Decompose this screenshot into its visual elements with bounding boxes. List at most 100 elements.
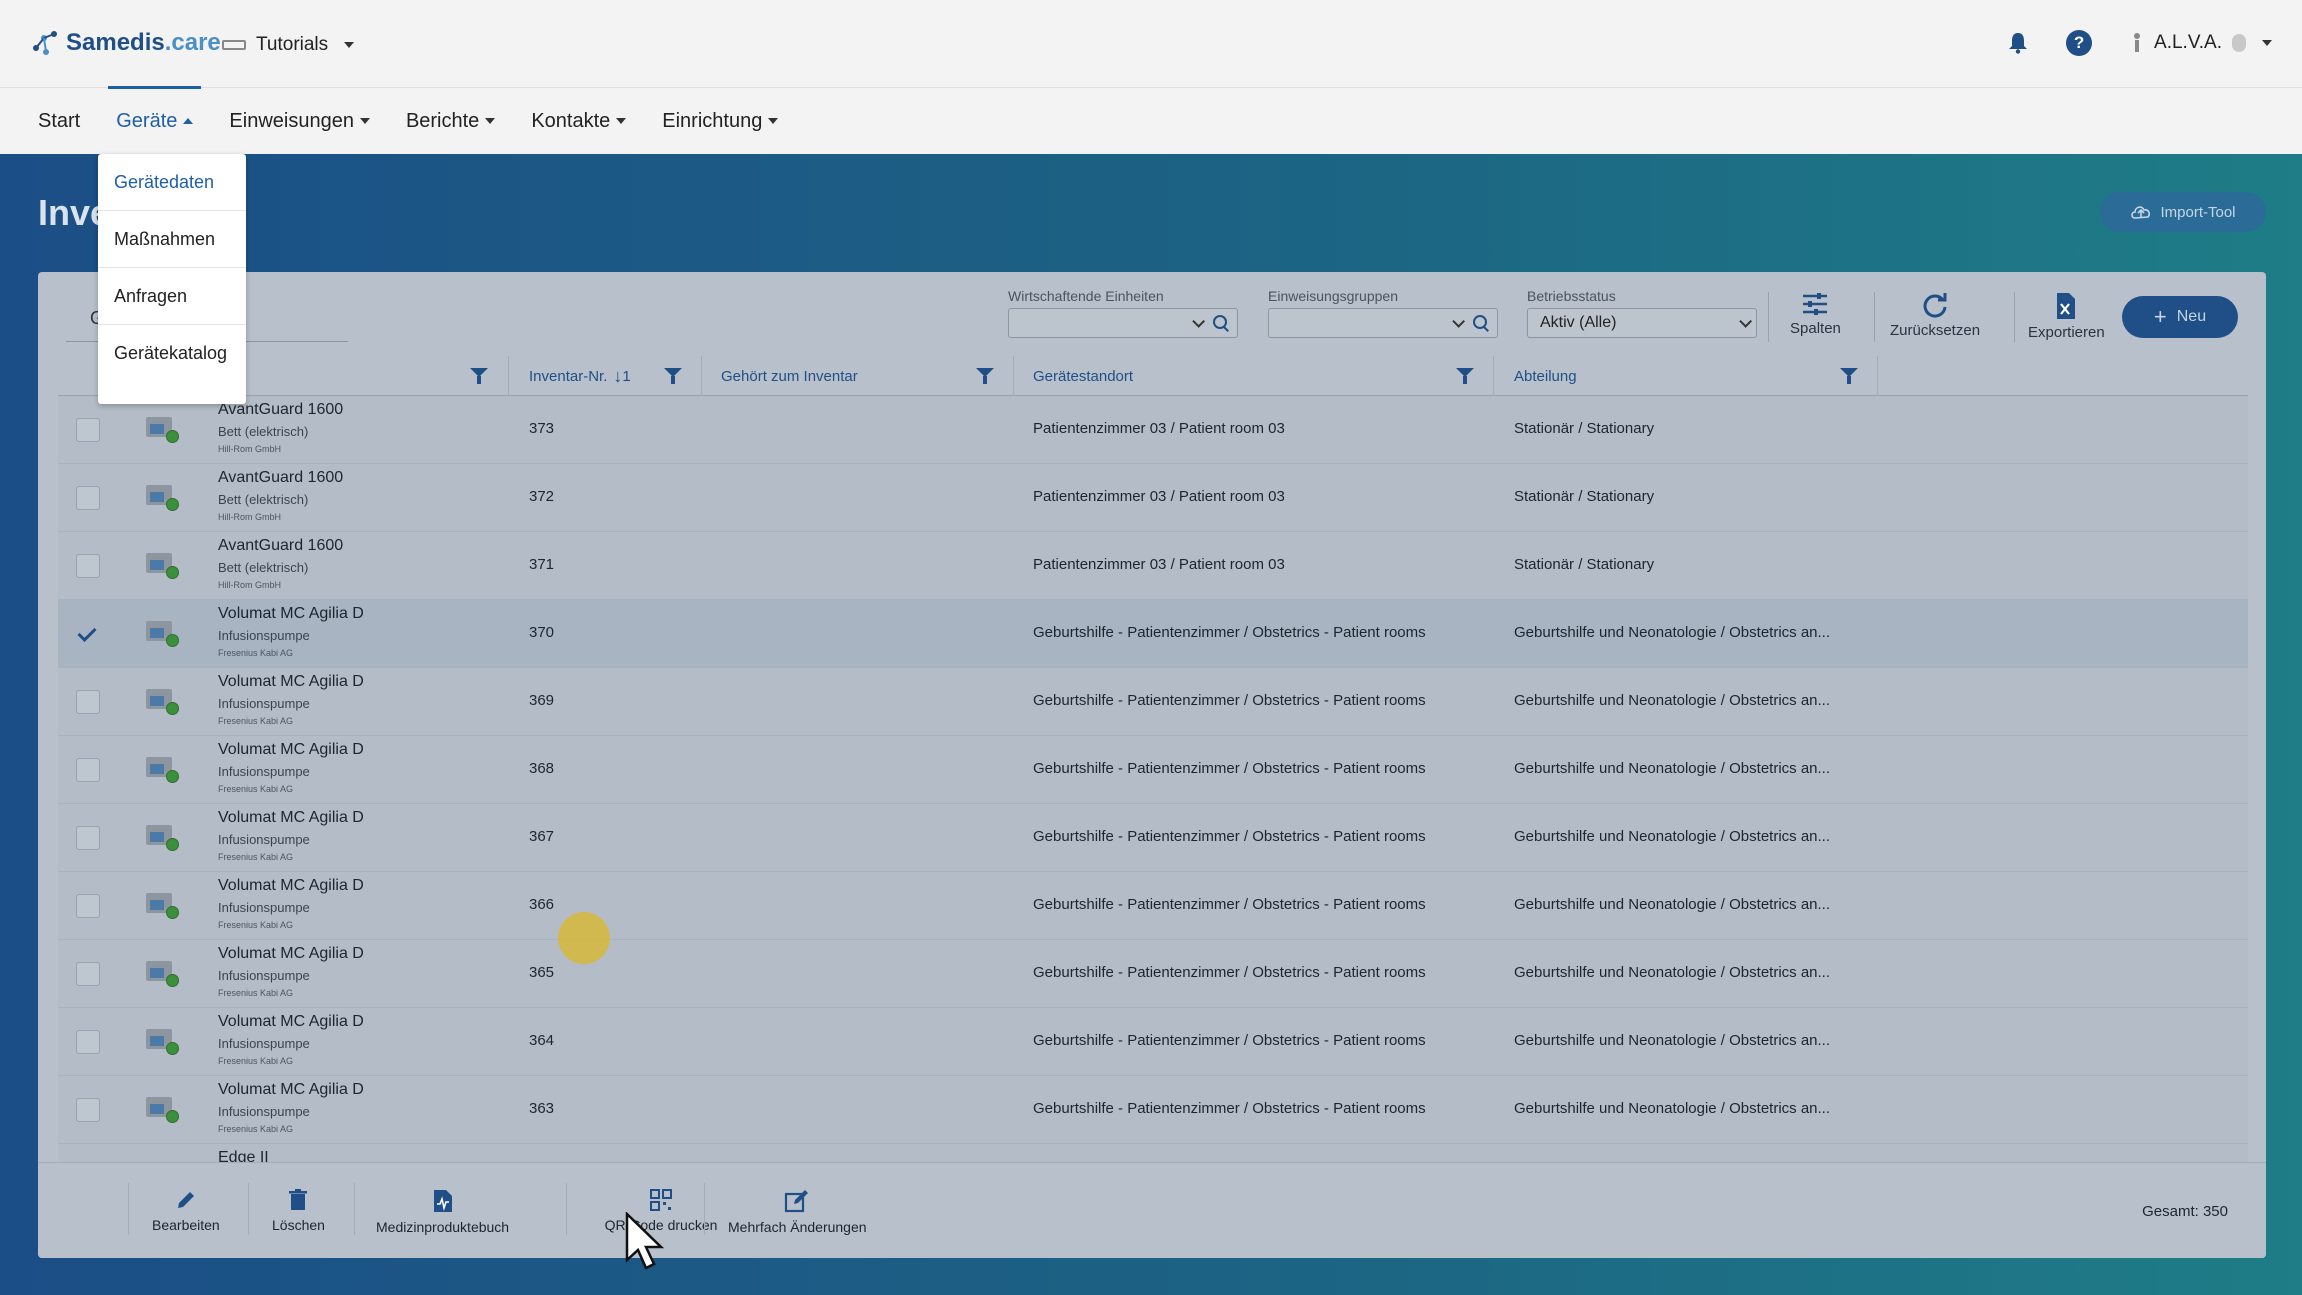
- device-name[interactable]: Volumat MC Agilia D: [218, 741, 364, 759]
- device-type: Infusionspumpe: [218, 1036, 310, 1051]
- new-button[interactable]: + Neu: [2122, 296, 2238, 338]
- action-bar: Bearbeiten Löschen Medizinproduktebuch Q…: [38, 1162, 2266, 1258]
- sort-down-icon[interactable]: ↓: [613, 366, 622, 387]
- inventory-number: 370: [529, 624, 555, 641]
- device-manufacturer: Hill-Rom GmbH: [218, 512, 281, 522]
- chevron-down-icon: [616, 118, 627, 124]
- device-name[interactable]: Volumat MC Agilia D: [218, 673, 364, 691]
- table-row[interactable]: Volumat MC Agilia D Infusionspumpe Freseni…: [58, 940, 2248, 1008]
- device-name[interactable]: Volumat MC Agilia D: [218, 605, 364, 623]
- filter-icon[interactable]: [470, 368, 488, 384]
- nav-start[interactable]: Start: [38, 88, 80, 154]
- device-name[interactable]: Edge II: [218, 1149, 269, 1162]
- table-row[interactable]: AvantGuard 1600 Bett (elektrisch) Hill-Rom…: [58, 464, 2248, 532]
- menu-item-geraetedaten[interactable]: Gerätedaten: [98, 154, 246, 211]
- device-location: Patientenzimmer 03 / Patient room 03: [1033, 556, 1285, 573]
- table-row[interactable]: AvantGuard 1600 Bett (elektrisch) Hill-Rom…: [58, 532, 2248, 600]
- nav-berichte[interactable]: Berichte: [406, 88, 496, 154]
- row-checkbox[interactable]: [76, 690, 100, 714]
- chevron-down-icon: [344, 42, 355, 48]
- table-row[interactable]: Volumat MC Agilia D Infusionspumpe Freseni…: [58, 736, 2248, 804]
- reset-button[interactable]: Zurücksetzen: [1890, 292, 1980, 339]
- row-checkbox[interactable]: [76, 554, 100, 578]
- table-row[interactable]: Volumat MC Agilia D Infusionspumpe Freseni…: [58, 600, 2248, 668]
- device-name[interactable]: AvantGuard 1600: [218, 537, 343, 555]
- workspace-selector[interactable]: Tutorials: [222, 34, 355, 56]
- groups-filter[interactable]: Einweisungsgruppen: [1268, 288, 1498, 338]
- table-row[interactable]: Volumat MC Agilia D Infusionspumpe Freseni…: [58, 668, 2248, 736]
- table-row[interactable]: Volumat MC Agilia D Infusionspumpe Freseni…: [58, 1076, 2248, 1144]
- table-row[interactable]: Edge II: [58, 1144, 2248, 1162]
- device-department: Stationär / Stationary: [1514, 488, 1655, 505]
- device-name[interactable]: Volumat MC Agilia D: [218, 1013, 364, 1031]
- device-manufacturer: Fresenius Kabi AG: [218, 920, 294, 930]
- row-checkbox[interactable]: [76, 962, 100, 986]
- columns-button[interactable]: Spalten: [1790, 292, 1841, 337]
- row-checkbox[interactable]: [76, 1030, 100, 1054]
- menu-item-massnahmen[interactable]: Maßnahmen: [98, 211, 246, 268]
- filter-icon[interactable]: [1840, 368, 1858, 384]
- device-type: Bett (elektrisch): [218, 560, 309, 575]
- new-label: Neu: [2176, 308, 2207, 325]
- row-checkbox[interactable]: [76, 622, 100, 646]
- chevron-down-icon: [1739, 314, 1752, 328]
- col-belongs[interactable]: Gehört zum Inventar: [721, 356, 858, 396]
- column-divider: [701, 356, 702, 396]
- export-button[interactable]: Exportieren: [2028, 292, 2105, 341]
- device-location: Geburtshilfe - Patientenzimmer / Obstetr…: [1033, 828, 1426, 845]
- filter-icon[interactable]: [976, 368, 994, 384]
- device-department: Geburtshilfe und Neonatologie / Obstetri…: [1514, 828, 1831, 845]
- nav-einweisungen[interactable]: Einweisungen: [229, 88, 370, 154]
- edit-button[interactable]: Bearbeiten: [152, 1189, 220, 1233]
- groups-filter-field[interactable]: [1268, 308, 1498, 338]
- table-row[interactable]: AvantGuard 1600 Bett (elektrisch) Hill-Rom…: [58, 396, 2248, 464]
- row-checkbox[interactable]: [76, 486, 100, 510]
- search-icon[interactable]: [1213, 315, 1229, 331]
- table-row[interactable]: Volumat MC Agilia D Infusionspumpe Freseni…: [58, 804, 2248, 872]
- medical-book-icon: [433, 1190, 452, 1212]
- row-checkbox[interactable]: [76, 1098, 100, 1122]
- row-checkbox[interactable]: [76, 418, 100, 442]
- device-name[interactable]: Volumat MC Agilia D: [218, 1081, 364, 1099]
- device-name[interactable]: Volumat MC Agilia D: [218, 809, 364, 827]
- bell-icon[interactable]: [2008, 32, 2028, 54]
- device-status-icon: [146, 1026, 179, 1055]
- nav-einrichtung[interactable]: Einrichtung: [662, 88, 779, 154]
- search-icon[interactable]: [1473, 315, 1489, 331]
- device-location: Patientenzimmer 03 / Patient room 03: [1033, 420, 1285, 437]
- units-filter-field[interactable]: [1008, 308, 1238, 338]
- table-row[interactable]: Volumat MC Agilia D Infusionspumpe Freseni…: [58, 1008, 2248, 1076]
- delete-button[interactable]: Löschen: [272, 1189, 325, 1233]
- menu-item-geraetekatalog[interactable]: Gerätekatalog: [98, 325, 246, 382]
- filter-icon[interactable]: [1456, 368, 1474, 384]
- row-checkbox[interactable]: [76, 758, 100, 782]
- geraete-dropdown-menu: Gerätedaten Maßnahmen Anfragen Gerätekat…: [98, 154, 246, 404]
- device-location: Geburtshilfe - Patientenzimmer / Obstetr…: [1033, 896, 1426, 913]
- row-checkbox[interactable]: [76, 826, 100, 850]
- logo-text: Samedis.care: [66, 29, 221, 56]
- col-inventory[interactable]: Inventar-Nr. ↓ 1: [529, 356, 631, 396]
- nav-kontakte[interactable]: Kontakte: [531, 88, 627, 154]
- import-tool-button[interactable]: Import-Tool: [2100, 192, 2266, 232]
- app-logo[interactable]: Samedis.care: [30, 28, 221, 58]
- nav-geraete[interactable]: Geräte: [108, 86, 202, 154]
- action-divider: [704, 1183, 705, 1235]
- filter-icon[interactable]: [664, 368, 682, 384]
- col-location[interactable]: Gerätestandort: [1033, 356, 1133, 396]
- inventory-card: G Wirtschaftende Einheiten Einweisungsgr…: [38, 272, 2266, 1258]
- inventory-number: 365: [529, 964, 555, 981]
- menu-item-anfragen[interactable]: Anfragen: [98, 268, 246, 325]
- help-icon[interactable]: ?: [2066, 30, 2093, 56]
- status-select[interactable]: Aktiv (Alle): [1527, 308, 1757, 338]
- status-filter[interactable]: Betriebsstatus Aktiv (Alle): [1527, 288, 1757, 338]
- user-menu[interactable]: A.L.V.A.: [2130, 32, 2272, 54]
- bulk-edit-button[interactable]: Mehrfach Änderungen: [728, 1189, 867, 1235]
- table-row[interactable]: Volumat MC Agilia D Infusionspumpe Freseni…: [58, 872, 2248, 940]
- units-filter[interactable]: Wirtschaftende Einheiten: [1008, 288, 1238, 338]
- device-name[interactable]: AvantGuard 1600: [218, 469, 343, 487]
- row-checkbox[interactable]: [76, 894, 100, 918]
- col-department[interactable]: Abteilung: [1514, 356, 1577, 396]
- logbook-button[interactable]: Medizinproduktebuch: [376, 1189, 509, 1235]
- device-name[interactable]: Volumat MC Agilia D: [218, 877, 364, 895]
- device-name[interactable]: Volumat MC Agilia D: [218, 945, 364, 963]
